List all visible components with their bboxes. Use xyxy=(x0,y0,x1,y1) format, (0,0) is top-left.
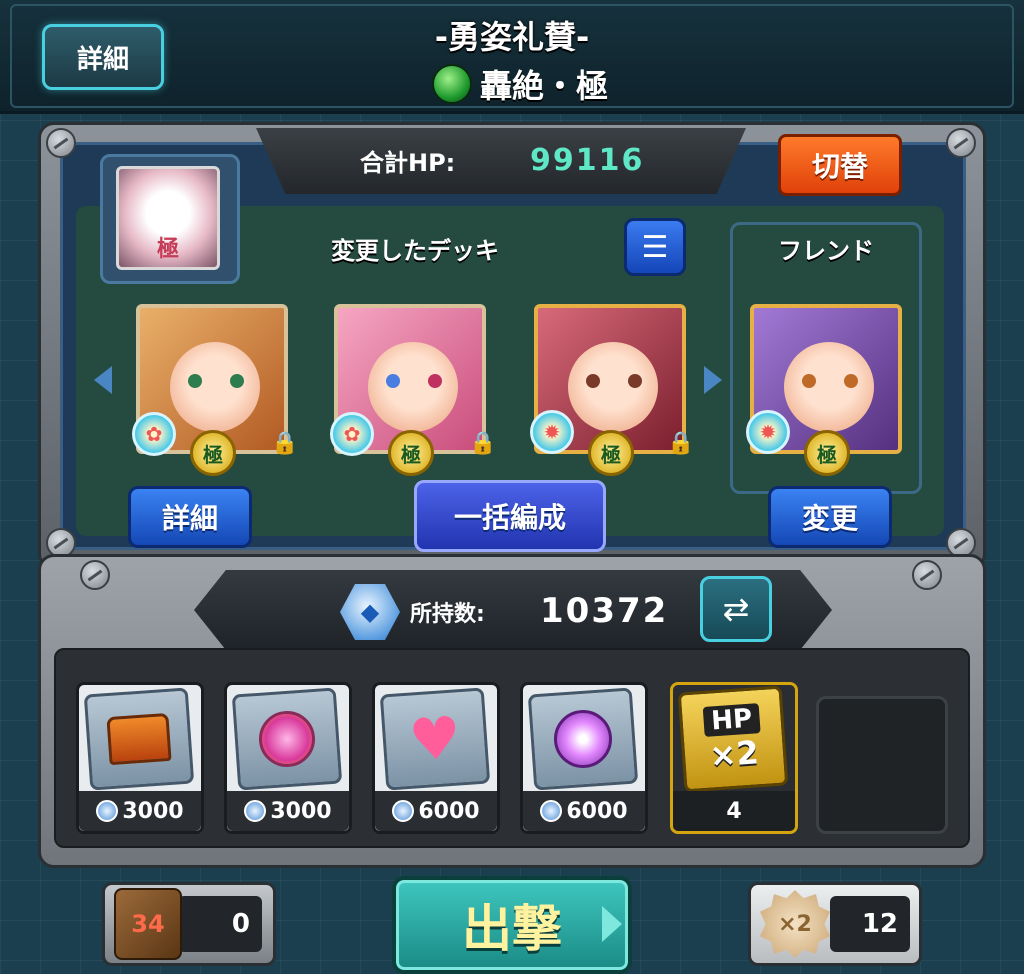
sortie-button[interactable]: 出撃 xyxy=(392,876,632,974)
kiwami-badge: 極 xyxy=(804,430,850,476)
leader-badge: 極 xyxy=(156,237,179,262)
item-cost: 6000 xyxy=(375,791,497,831)
element-badge-icon: ✿ xyxy=(132,412,176,456)
kiwami-badge: 極 xyxy=(388,430,434,476)
deck-label: 変更したデッキ xyxy=(331,236,499,265)
monster-detail-button[interactable]: 詳細 xyxy=(128,486,252,548)
item-slot-orb[interactable]: 3000 xyxy=(224,682,352,834)
switch-button[interactable]: 切替 xyxy=(778,134,902,196)
heart-plus-icon: ♥ xyxy=(379,687,491,791)
coin-icon xyxy=(540,800,563,822)
speed-count: 12 xyxy=(830,896,910,952)
swap-arrows-icon: ⇄ xyxy=(722,590,750,628)
item-cost: 3000 xyxy=(227,791,349,831)
friend-label: フレンド xyxy=(778,236,874,265)
item-cost: 6000 xyxy=(523,791,645,831)
quest-subtitle: 轟絶・極 xyxy=(390,60,650,108)
item-count: 4 xyxy=(673,791,795,831)
element-badge-icon: ✹ xyxy=(746,410,790,454)
coin-icon xyxy=(244,800,267,822)
screw-icon xyxy=(946,128,976,158)
owned-label: 所持数: xyxy=(410,602,485,627)
quest-detail-button[interactable]: 詳細 xyxy=(42,24,164,90)
owned-value: 10372 xyxy=(540,591,669,631)
lock-icon: 🔒 xyxy=(667,430,695,456)
purple-sparkle-icon xyxy=(527,687,639,791)
wood-element-icon xyxy=(431,64,472,104)
item-slot-heart[interactable]: ♥ 6000 xyxy=(372,682,500,834)
bulk-edit-button[interactable]: 一括編成 xyxy=(414,480,606,552)
kiwami-badge: 極 xyxy=(190,430,236,476)
sortie-right-arrow-icon xyxy=(602,906,622,942)
hp-x2-label-top: HP xyxy=(702,703,762,737)
kiwami-badge: 極 xyxy=(588,430,634,476)
lock-icon: 🔒 xyxy=(271,430,299,456)
item-slot-hp-x2[interactable]: HP ×2 4 xyxy=(670,682,798,834)
hp-x2-icon: HP ×2 xyxy=(677,685,789,793)
deck-prev-arrow-icon[interactable] xyxy=(94,366,112,394)
total-hp-value: 99116 xyxy=(530,142,645,178)
coin-icon xyxy=(392,800,415,822)
friend-change-button[interactable]: 変更 xyxy=(768,486,892,548)
item-slot-sparkle[interactable]: 6000 xyxy=(520,682,648,834)
coin-icon xyxy=(96,800,119,822)
dice-count: 0 xyxy=(178,896,262,952)
monster-eyes xyxy=(188,374,244,388)
monster-eyes xyxy=(386,374,442,388)
element-badge-icon: ✿ xyxy=(330,412,374,456)
list-button[interactable]: ☰ xyxy=(624,218,686,276)
quest-title: -勇姿礼賛- xyxy=(434,18,590,56)
quest-difficulty: 轟絶・極 xyxy=(479,67,608,105)
screw-icon xyxy=(80,560,110,590)
total-hp-label: 合計HP: xyxy=(360,148,456,177)
dice-icon: 34 xyxy=(114,888,182,960)
element-badge-icon: ✹ xyxy=(530,410,574,454)
lock-icon: 🔒 xyxy=(469,430,497,456)
leader-avatar[interactable]: 極 xyxy=(116,166,220,270)
swap-button[interactable]: ⇄ xyxy=(700,576,772,642)
item-slot-treasure[interactable]: 3000 xyxy=(76,682,204,834)
hp-x2-label-bottom: ×2 xyxy=(708,733,760,775)
list-icon: ☰ xyxy=(641,229,669,265)
item-cost: 3000 xyxy=(79,791,201,831)
deck-next-arrow-icon[interactable] xyxy=(704,366,722,394)
treasure-chest-icon xyxy=(83,687,195,791)
total-hp-bar xyxy=(256,128,746,194)
pink-orb-icon xyxy=(231,687,343,791)
monster-eyes xyxy=(802,374,858,388)
screw-icon xyxy=(46,128,76,158)
monster-eyes xyxy=(586,374,642,388)
item-slot-empty xyxy=(816,696,948,834)
screw-icon xyxy=(912,560,942,590)
